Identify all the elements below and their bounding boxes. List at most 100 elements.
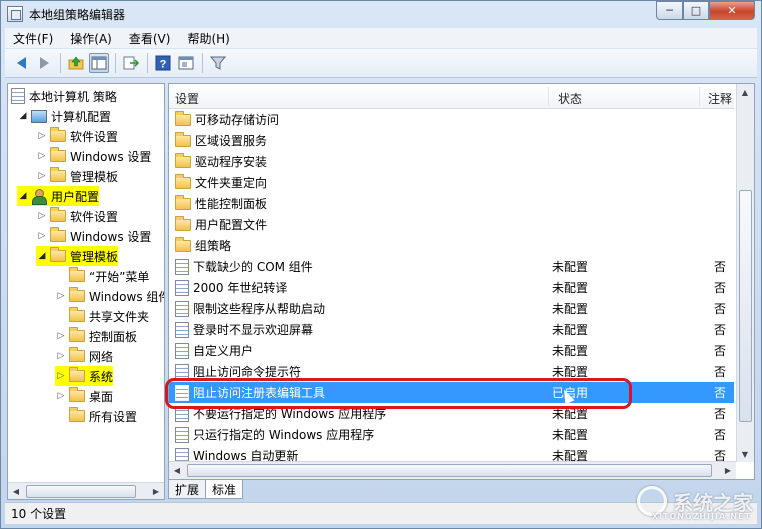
menu-help[interactable]: 帮助(H) [187, 30, 229, 47]
export-list-button[interactable] [121, 53, 141, 73]
policy-state: 未配置 [552, 365, 589, 379]
list-item-policy[interactable]: 2000 年世纪转译 未配置 否 [169, 277, 734, 298]
close-button[interactable]: ✕ [709, 1, 755, 20]
list-vertical-scrollbar[interactable]: ▲ ▼ [736, 84, 754, 462]
collapse-arrow-icon[interactable]: ◢ [17, 111, 29, 121]
folder-label: 文件夹重定向 [195, 176, 268, 190]
expand-arrow-icon[interactable]: ▷ [55, 391, 67, 401]
list-item-folder[interactable]: 驱动程序安装 [169, 151, 734, 172]
scroll-left-icon[interactable]: ◀ [169, 463, 185, 479]
policy-state: 未配置 [552, 428, 589, 442]
list-item-folder[interactable]: 性能控制面板 [169, 193, 734, 214]
tree-item-all-settings[interactable]: 所有设置 [55, 406, 137, 426]
svg-text:?: ? [160, 59, 167, 71]
policy-note: 否 [714, 386, 727, 400]
menu-bar: 文件(F) 操作(A) 查看(V) 帮助(H) [5, 28, 757, 48]
tree-item-user-admin-templates[interactable]: ◢ 管理模板 [36, 246, 119, 266]
tree-item-network[interactable]: ▷ 网络 [55, 346, 113, 366]
tree-item-user-config[interactable]: ◢ 用户配置 [17, 186, 100, 206]
list-item-folder[interactable]: 用户配置文件 [169, 214, 734, 235]
policy-icon [11, 88, 25, 104]
list-horizontal-scrollbar[interactable]: ◀ ▶ [169, 461, 736, 479]
column-header-note[interactable]: 注释 [708, 90, 732, 107]
list-header: 设置 状态 注释 [169, 84, 734, 109]
properties-button[interactable] [176, 53, 196, 73]
policy-state: 未配置 [552, 323, 589, 337]
column-header-setting[interactable]: 设置 [175, 90, 199, 107]
scroll-up-icon[interactable]: ▲ [737, 84, 753, 100]
column-header-state[interactable]: 状态 [558, 90, 582, 107]
list-item-policy[interactable]: 下载缺少的 COM 组件 未配置 否 [169, 256, 734, 277]
menu-file[interactable]: 文件(F) [13, 30, 53, 47]
scroll-right-icon[interactable]: ▶ [148, 483, 164, 499]
list-item-folder[interactable]: 组策略 [169, 235, 734, 256]
list-item-policy[interactable]: 阻止访问注册表编辑工具 已启用否 [169, 382, 734, 403]
expand-arrow-icon[interactable]: ▷ [36, 211, 48, 221]
expand-arrow-icon[interactable]: ▷ [36, 171, 48, 181]
list-item-policy[interactable]: 自定义用户 未配置 否 [169, 340, 734, 361]
expand-arrow-icon[interactable]: ▷ [55, 351, 67, 361]
tree-item-user-windows-settings[interactable]: ▷ Windows 设置 [36, 226, 151, 246]
back-button[interactable] [11, 53, 31, 73]
collapse-arrow-icon[interactable]: ◢ [17, 191, 29, 201]
expand-arrow-icon[interactable]: ▷ [36, 131, 48, 141]
collapse-arrow-icon[interactable]: ◢ [36, 251, 48, 261]
tree-item-start-menu[interactable]: “开始”菜单 [55, 266, 149, 286]
expand-arrow-icon[interactable]: ▷ [36, 231, 48, 241]
tree-item-shared-folders[interactable]: 共享文件夹 [55, 306, 149, 326]
tree-item-windows-settings[interactable]: ▷ Windows 设置 [36, 146, 151, 166]
tab-standard[interactable]: 标准 [205, 480, 244, 499]
tree-item-label: 计算机配置 [51, 109, 112, 124]
maximize-button[interactable]: □ [683, 1, 709, 20]
expand-arrow-icon[interactable]: ▷ [55, 371, 67, 381]
tree-item-label: 用户配置 [51, 189, 100, 204]
up-folder-button[interactable] [66, 53, 86, 73]
help-button[interactable]: ? [153, 53, 173, 73]
list-item-policy[interactable]: 阻止访问命令提示符 未配置 否 [169, 361, 734, 382]
tree-item-system[interactable]: ▷ 系统 [55, 366, 114, 386]
list-item-name: 不要运行指定的 Windows 应用程序 [175, 405, 386, 422]
tab-extended[interactable]: 扩展 [168, 480, 207, 499]
scroll-thumb[interactable] [187, 464, 712, 477]
list-item-policy[interactable]: 登录时不显示欢迎屏幕 未配置 否 [169, 319, 734, 340]
tree-item-label: 管理模板 [70, 249, 119, 264]
expand-arrow-icon[interactable]: ▷ [55, 291, 67, 301]
scroll-down-icon[interactable]: ▼ [737, 446, 753, 462]
column-divider[interactable] [699, 87, 700, 106]
tree-item-windows-components[interactable]: ▷ Windows 组件 [55, 286, 164, 306]
scroll-left-icon[interactable]: ◀ [8, 483, 24, 499]
forward-button[interactable] [34, 53, 54, 73]
scroll-thumb[interactable] [739, 190, 752, 422]
column-divider[interactable] [548, 87, 549, 106]
tree-item-user-software-settings[interactable]: ▷ 软件设置 [36, 206, 118, 226]
tree-item-control-panel[interactable]: ▷ 控制面板 [55, 326, 137, 346]
minimize-button[interactable]: ─ [656, 1, 683, 20]
tree-item-label: 软件设置 [70, 129, 119, 144]
scroll-right-icon[interactable]: ▶ [720, 463, 736, 479]
show-hide-tree-button[interactable] [89, 53, 109, 73]
tree-item-desktop[interactable]: ▷ 桌面 [55, 386, 113, 406]
tree-item-software-settings[interactable]: ▷ 软件设置 [36, 126, 118, 146]
scroll-thumb[interactable] [26, 484, 136, 498]
list-item-policy[interactable]: 只运行指定的 Windows 应用程序 未配置 否 [169, 424, 734, 445]
expand-arrow-icon[interactable]: ▷ [55, 331, 67, 341]
tree-item-root[interactable]: 本地计算机 策略 [11, 86, 117, 106]
tree-item-computer-config[interactable]: ◢ 计算机配置 [17, 106, 111, 126]
list-item-policy[interactable]: 限制这些程序从帮助启动 未配置 否 [169, 298, 734, 319]
tree-item-admin-templates[interactable]: ▷ 管理模板 [36, 166, 118, 186]
menu-view[interactable]: 查看(V) [129, 30, 171, 47]
list-item-folder[interactable]: 可移动存储访问 [169, 109, 734, 130]
policy-setting-icon [175, 300, 189, 317]
expand-arrow-icon[interactable]: ▷ [36, 151, 48, 161]
up-folder-icon [68, 56, 84, 70]
tree-horizontal-scrollbar[interactable]: ◀ ▶ [8, 482, 164, 499]
tree-item-label: 本地计算机 策略 [29, 89, 117, 104]
list-item-folder[interactable]: 文件夹重定向 [169, 172, 734, 193]
policy-label: 下载缺少的 COM 组件 [193, 260, 313, 274]
list-item-policy[interactable]: 不要运行指定的 Windows 应用程序 未配置 否 [169, 403, 734, 424]
toolbar-separator [202, 53, 203, 73]
menu-action[interactable]: 操作(A) [70, 30, 112, 47]
filter-button[interactable] [208, 53, 228, 73]
folder-icon [50, 227, 66, 242]
list-item-folder[interactable]: 区域设置服务 [169, 130, 734, 151]
